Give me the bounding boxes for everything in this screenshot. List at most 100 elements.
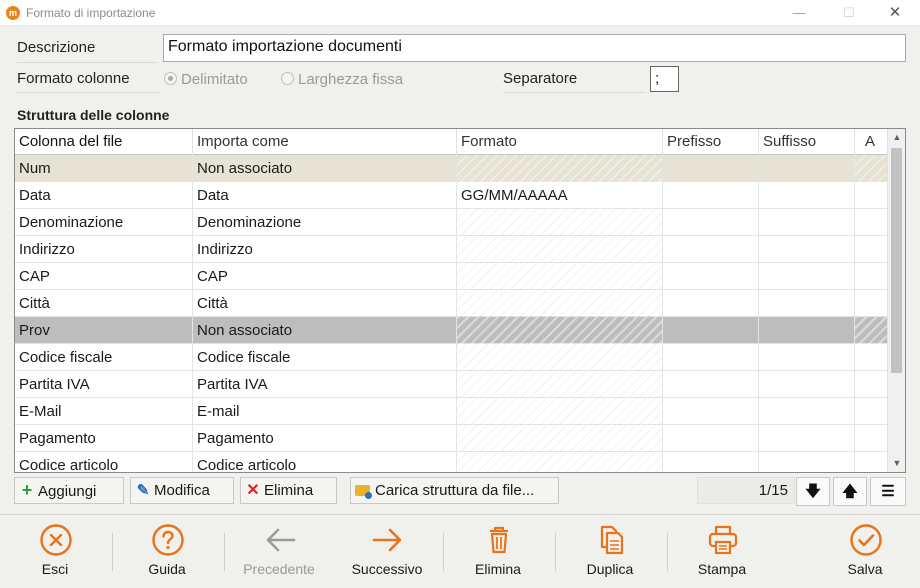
cell-colonna[interactable]: Codice fiscale xyxy=(15,344,193,371)
salva-button[interactable]: Salva xyxy=(815,515,915,588)
cell-importa[interactable]: Codice articolo xyxy=(193,452,457,472)
grid-scrollbar[interactable]: ▲ ▼ xyxy=(887,129,905,472)
menu-button[interactable]: ☰ xyxy=(870,477,906,506)
cell-prefisso[interactable] xyxy=(663,155,759,182)
cell-formato[interactable] xyxy=(457,398,663,425)
table-row[interactable]: Prov Non associato xyxy=(15,317,887,344)
cell-importa[interactable]: Non associato xyxy=(193,155,457,182)
cell-suffisso[interactable] xyxy=(759,155,855,182)
table-row[interactable]: CAP CAP xyxy=(15,263,887,290)
guida-button[interactable]: Guida xyxy=(117,515,217,588)
table-row[interactable]: Pagamento Pagamento xyxy=(15,425,887,452)
cell-suffisso[interactable] xyxy=(759,344,855,371)
cell-colonna[interactable]: E-Mail xyxy=(15,398,193,425)
scroll-up-arrow-icon[interactable]: ▲ xyxy=(888,129,905,146)
cell-a[interactable] xyxy=(855,452,887,472)
cell-a[interactable] xyxy=(855,425,887,452)
minimize-button[interactable]: — xyxy=(776,0,822,26)
cell-formato[interactable] xyxy=(457,263,663,290)
cell-a[interactable] xyxy=(855,236,887,263)
cell-importa[interactable]: Pagamento xyxy=(193,425,457,452)
cell-a[interactable] xyxy=(855,155,887,182)
table-row[interactable]: Indirizzo Indirizzo xyxy=(15,236,887,263)
cell-formato[interactable]: GG/MM/AAAAA xyxy=(457,182,663,209)
table-row[interactable]: Denominazione Denominazione xyxy=(15,209,887,236)
cell-prefisso[interactable] xyxy=(663,263,759,290)
cell-suffisso[interactable] xyxy=(759,452,855,472)
cell-formato[interactable] xyxy=(457,155,663,182)
cell-formato[interactable] xyxy=(457,209,663,236)
modifica-button[interactable]: ✎ Modifica xyxy=(130,477,234,504)
cell-formato[interactable] xyxy=(457,236,663,263)
descrizione-input[interactable]: Formato importazione documenti xyxy=(163,34,906,62)
cell-formato[interactable] xyxy=(457,371,663,398)
cell-a[interactable] xyxy=(855,398,887,425)
cell-prefisso[interactable] xyxy=(663,425,759,452)
columns-grid[interactable]: Colonna del file Importa come Formato Pr… xyxy=(14,128,906,473)
cell-suffisso[interactable] xyxy=(759,290,855,317)
cell-prefisso[interactable] xyxy=(663,290,759,317)
cell-colonna[interactable]: Prov xyxy=(15,317,193,344)
table-row[interactable]: Codice articolo Codice articolo xyxy=(15,452,887,472)
cell-colonna[interactable]: Pagamento xyxy=(15,425,193,452)
cell-suffisso[interactable] xyxy=(759,263,855,290)
cell-formato[interactable] xyxy=(457,290,663,317)
cell-prefisso[interactable] xyxy=(663,398,759,425)
cell-a[interactable] xyxy=(855,317,887,344)
cell-formato[interactable] xyxy=(457,317,663,344)
cell-formato[interactable] xyxy=(457,344,663,371)
radio-delimitato[interactable]: Delimitato xyxy=(164,71,248,88)
cell-colonna[interactable]: Partita IVA xyxy=(15,371,193,398)
cell-colonna[interactable]: Codice articolo xyxy=(15,452,193,472)
cell-colonna[interactable]: Num xyxy=(15,155,193,182)
cell-prefisso[interactable] xyxy=(663,182,759,209)
cell-prefisso[interactable] xyxy=(663,236,759,263)
cell-importa[interactable]: Non associato xyxy=(193,317,457,344)
cell-suffisso[interactable] xyxy=(759,236,855,263)
cell-importa[interactable]: Data xyxy=(193,182,457,209)
move-up-button[interactable]: 🡅 xyxy=(833,477,867,506)
aggiungi-button[interactable]: + Aggiungi xyxy=(14,477,124,504)
cell-prefisso[interactable] xyxy=(663,452,759,472)
header-formato[interactable]: Formato xyxy=(457,129,663,155)
cell-importa[interactable]: Indirizzo xyxy=(193,236,457,263)
table-row[interactable]: E-Mail E-mail xyxy=(15,398,887,425)
move-down-button[interactable]: 🡇 xyxy=(796,477,830,506)
cell-suffisso[interactable] xyxy=(759,425,855,452)
stampa-button[interactable]: Stampa xyxy=(672,515,772,588)
close-button[interactable]: ✕ xyxy=(872,0,918,26)
cell-colonna[interactable]: Denominazione xyxy=(15,209,193,236)
duplica-button[interactable]: Duplica xyxy=(560,515,660,588)
cell-importa[interactable]: CAP xyxy=(193,263,457,290)
cell-suffisso[interactable] xyxy=(759,209,855,236)
cell-a[interactable] xyxy=(855,344,887,371)
header-importa[interactable]: Importa come xyxy=(193,129,457,155)
esci-button[interactable]: Esci xyxy=(5,515,105,588)
cell-colonna[interactable]: Data xyxy=(15,182,193,209)
cell-prefisso[interactable] xyxy=(663,344,759,371)
cell-importa[interactable]: E-mail xyxy=(193,398,457,425)
cell-suffisso[interactable] xyxy=(759,182,855,209)
scroll-down-arrow-icon[interactable]: ▼ xyxy=(888,455,905,472)
cell-prefisso[interactable] xyxy=(663,317,759,344)
separatore-input[interactable]: ; xyxy=(650,66,679,92)
cell-a[interactable] xyxy=(855,290,887,317)
table-row[interactable]: Num Non associato xyxy=(15,155,887,182)
cell-suffisso[interactable] xyxy=(759,398,855,425)
cell-prefisso[interactable] xyxy=(663,371,759,398)
table-row[interactable]: Data Data GG/MM/AAAAA xyxy=(15,182,887,209)
header-a[interactable]: A xyxy=(855,129,887,155)
header-suffisso[interactable]: Suffisso xyxy=(759,129,855,155)
table-row[interactable]: Codice fiscale Codice fiscale xyxy=(15,344,887,371)
elimina-button[interactable]: Elimina xyxy=(448,515,548,588)
cell-a[interactable] xyxy=(855,209,887,236)
carica-struttura-button[interactable]: Carica struttura da file... xyxy=(350,477,559,504)
cell-colonna[interactable]: CAP xyxy=(15,263,193,290)
cell-formato[interactable] xyxy=(457,452,663,472)
cell-prefisso[interactable] xyxy=(663,209,759,236)
cell-colonna[interactable]: Indirizzo xyxy=(15,236,193,263)
cell-a[interactable] xyxy=(855,263,887,290)
cell-a[interactable] xyxy=(855,182,887,209)
table-row[interactable]: Partita IVA Partita IVA xyxy=(15,371,887,398)
cell-importa[interactable]: Codice fiscale xyxy=(193,344,457,371)
